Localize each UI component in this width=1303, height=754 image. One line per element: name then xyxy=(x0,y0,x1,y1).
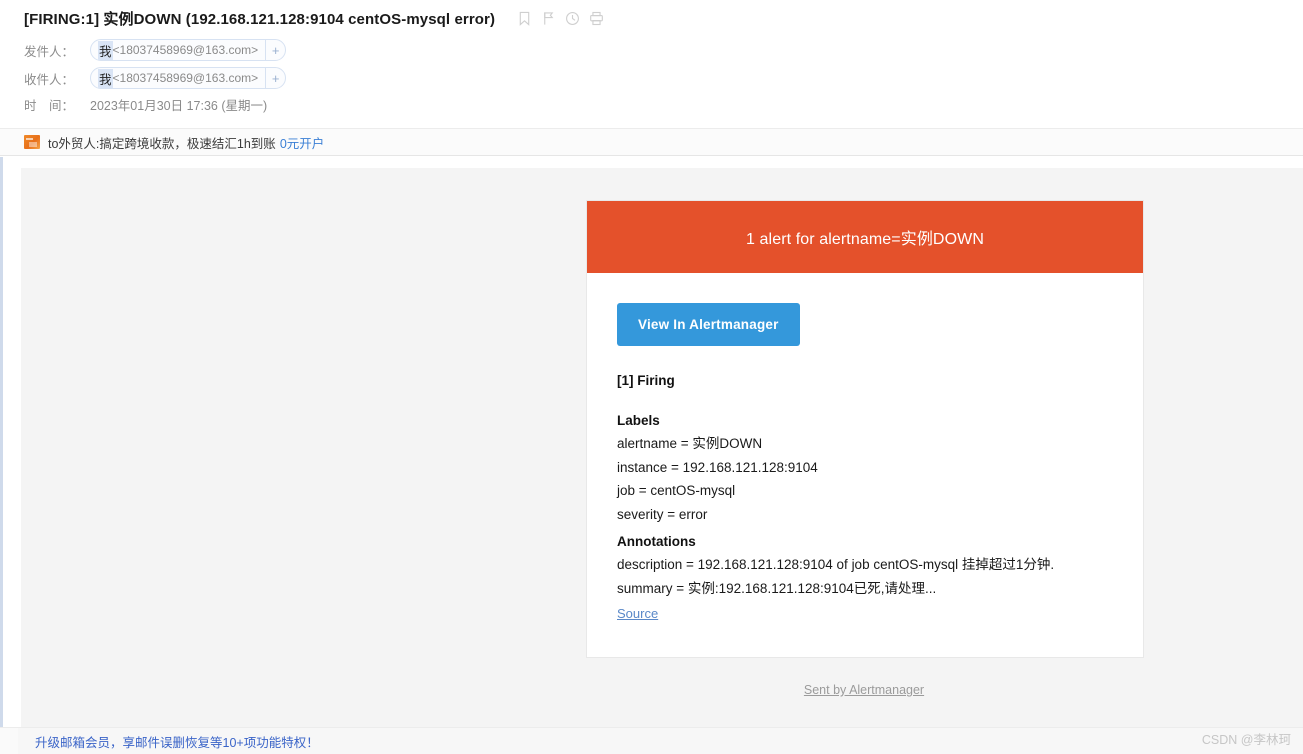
firing-heading: [1] Firing xyxy=(617,373,675,388)
labels-heading: Labels xyxy=(617,413,660,428)
to-address-chip[interactable]: 我 <18037458969@163.com> + xyxy=(90,67,287,89)
mail-header: [FIRING:1] 实例DOWN (192.168.121.128:9104 … xyxy=(0,0,1303,128)
bottom-promo-bar: 升级邮箱会员，享邮件误删恢复等10+项功能特权！ xyxy=(0,727,1303,754)
label-row: instance = 192.168.121.128:9104 xyxy=(617,459,818,475)
alert-card: 1 alert for alertname=实例DOWN View In Ale… xyxy=(586,200,1144,658)
from-display-name: 我 xyxy=(98,40,113,60)
from-address-chip[interactable]: 我 <18037458969@163.com> + xyxy=(90,39,287,61)
flag-icon[interactable] xyxy=(541,11,556,26)
label-row: severity = error xyxy=(617,506,708,522)
ad-link[interactable]: 0元开户 xyxy=(280,133,324,152)
to-display-name: 我 xyxy=(98,68,113,88)
mail-subject: [FIRING:1] 实例DOWN (192.168.121.128:9104 … xyxy=(24,11,496,28)
to-label: 收件人： xyxy=(24,72,75,87)
csdn-watermark: CSDN @李林珂 xyxy=(1201,733,1291,747)
alert-card-header: 1 alert for alertname=实例DOWN xyxy=(587,201,1143,273)
add-from-contact-button[interactable]: + xyxy=(265,40,285,60)
annotation-row: summary = 实例:192.168.121.128:9104已死,请处理.… xyxy=(617,580,937,596)
source-link[interactable]: Source xyxy=(617,606,658,621)
sent-by-alertmanager-link[interactable]: Sent by Alertmanager xyxy=(804,683,924,697)
time-row: 时 间： 2023年01月30日 17:36 (星期一) xyxy=(24,95,267,114)
annotations-heading: Annotations xyxy=(617,534,696,549)
time-label: 时 间： xyxy=(24,99,75,113)
alert-header-title: 1 alert for alertname=实例DOWN xyxy=(746,231,984,248)
mail-timestamp: 2023年01月30日 17:36 (星期一) xyxy=(90,99,268,113)
to-email: <18037458969@163.com> xyxy=(112,71,259,85)
print-icon[interactable] xyxy=(589,11,604,26)
mail-action-icons xyxy=(517,11,604,26)
view-in-alertmanager-button[interactable]: View In Alertmanager xyxy=(617,303,800,346)
alert-card-body: View In Alertmanager [1] Firing Labels a… xyxy=(587,273,1143,657)
to-row: 收件人： 我 <18037458969@163.com> + xyxy=(24,67,287,89)
from-label: 发件人： xyxy=(24,44,75,59)
ad-text: to外贸人:搞定跨境收款，极速结汇1h到账 xyxy=(48,136,276,151)
subject-row: [FIRING:1] 实例DOWN (192.168.121.128:9104 … xyxy=(24,8,604,29)
mail-body-region: 1 alert for alertname=实例DOWN View In Ale… xyxy=(0,157,1303,727)
from-row: 发件人： 我 <18037458969@163.com> + xyxy=(24,39,287,61)
add-to-contact-button[interactable]: + xyxy=(265,68,285,88)
ad-banner[interactable]: to外贸人:搞定跨境收款，极速结汇1h到账 0元开户 xyxy=(0,128,1303,156)
ad-thumbnail-icon xyxy=(24,135,40,149)
annotation-row: description = 192.168.121.128:9104 of jo… xyxy=(617,557,1055,572)
bookmark-icon[interactable] xyxy=(517,11,532,26)
label-row: job = centOS-mysql xyxy=(617,483,736,498)
label-row: alertname = 实例DOWN xyxy=(617,436,763,451)
mail-body-canvas: 1 alert for alertname=实例DOWN View In Ale… xyxy=(21,168,1303,727)
bottom-promo-inner: 升级邮箱会员，享邮件误删恢复等10+项功能特权！ xyxy=(18,728,1303,754)
upgrade-membership-promo[interactable]: 升级邮箱会员，享邮件误删恢复等10+项功能特权！ xyxy=(35,732,319,751)
from-email: <18037458969@163.com> xyxy=(112,43,259,57)
sent-by-footer: Sent by Alertmanager xyxy=(586,681,1142,699)
clock-icon[interactable] xyxy=(565,11,580,26)
